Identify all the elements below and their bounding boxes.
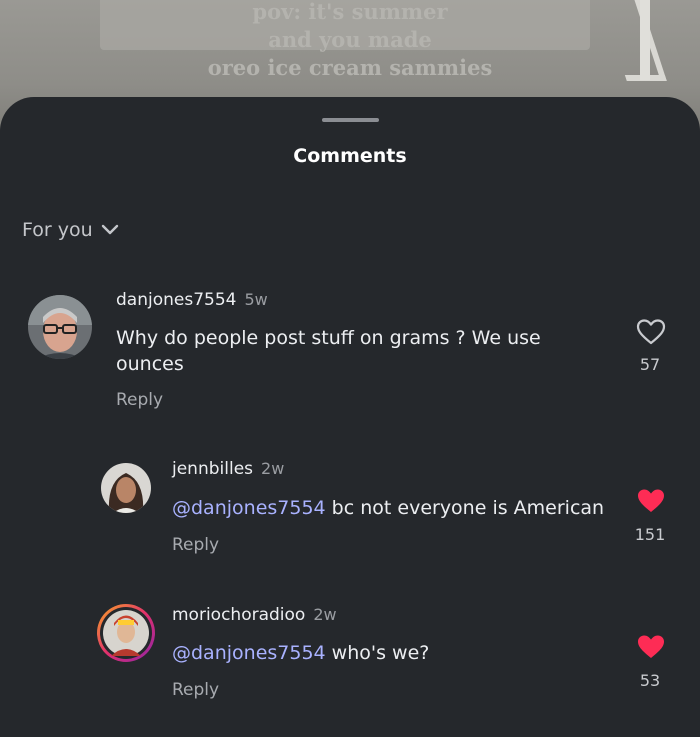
comment-body: Why do people post stuff on grams ? We u… [116, 327, 541, 375]
comment-username[interactable]: danjones7554 5w [116, 290, 268, 310]
heart-outline-icon[interactable] [636, 318, 666, 346]
chevron-down-icon [101, 224, 118, 235]
drag-handle[interactable] [322, 118, 379, 122]
username-text: moriochoradioo [172, 605, 306, 625]
heart-filled-icon[interactable] [636, 633, 666, 661]
username-text: jennbilles [172, 459, 254, 479]
comment-time: 5w [244, 290, 268, 309]
comment-username[interactable]: moriochoradioo 2w [172, 605, 337, 625]
video-caption-line: pov: it's summer [252, 0, 448, 24]
like-count: 53 [639, 671, 661, 690]
username-text: danjones7554 [116, 290, 237, 310]
reply-button[interactable]: Reply [172, 680, 219, 700]
video-caption-line: oreo ice cream sammies [207, 55, 493, 80]
like-count: 151 [634, 525, 666, 544]
video-caption-line: and you made [268, 27, 432, 52]
avatar[interactable] [101, 463, 151, 513]
avatar[interactable] [97, 604, 155, 662]
sheet-title: Comments [293, 145, 407, 167]
comment-text: @danjones7554 bc not everyone is America… [172, 495, 612, 521]
comment-body: bc not everyone is American [325, 497, 605, 519]
mention-link[interactable]: @danjones7554 [172, 497, 326, 519]
comment-time: 2w [261, 459, 285, 478]
mention-link[interactable]: @danjones7554 [172, 642, 326, 664]
comment-text: @danjones7554 who's we? [172, 640, 612, 666]
comment-body: who's we? [325, 642, 430, 664]
sort-filter-label: For you [22, 219, 93, 241]
avatar[interactable] [28, 295, 92, 359]
like-count: 57 [639, 355, 661, 374]
sort-filter-dropdown[interactable]: For you [22, 219, 119, 241]
comments-sheet: Comments For you danjones7554 5w Why do p… [0, 97, 700, 737]
comment-username[interactable]: jennbilles 2w [172, 459, 284, 479]
heart-filled-icon[interactable] [636, 487, 666, 515]
video-caption: pov: it's summer and you made oreo ice c… [0, 0, 700, 82]
reply-button[interactable]: Reply [172, 535, 219, 555]
comment-time: 2w [313, 605, 337, 624]
comment-text: Why do people post stuff on grams ? We u… [116, 325, 576, 377]
reply-button[interactable]: Reply [116, 390, 163, 410]
